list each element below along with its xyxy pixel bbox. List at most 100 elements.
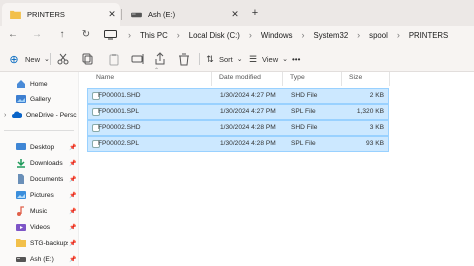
breadcrumb-spool[interactable]: spool (367, 31, 390, 40)
drive-icon (131, 12, 142, 18)
column-divider[interactable] (389, 72, 390, 86)
table-row[interactable]: FP00001.SPL 1/30/2024 4:27 PM SPL File 1… (87, 104, 389, 120)
back-icon[interactable]: ← (6, 28, 20, 42)
breadcrumb-system32[interactable]: System32 (312, 31, 351, 40)
sidebar-item-documents[interactable]: Documents 📌 (0, 172, 78, 186)
file-name: FP00002.SPL (98, 140, 140, 147)
toolbar-divider (50, 53, 51, 65)
share-icon (155, 52, 165, 65)
tab-printers[interactable]: PRINTERS ✕ (2, 3, 120, 26)
file-name: FP00001.SHD (98, 92, 141, 99)
chevron-down-icon: ⌄ (44, 56, 50, 63)
address-bar: ← → ↑ ↻ › This PC › Local Disk (C:) › Wi… (0, 26, 474, 46)
pane-divider[interactable] (78, 72, 79, 266)
sidebar-item-gallery[interactable]: Gallery (0, 92, 78, 106)
file-size: 3 KB (369, 124, 384, 131)
copy-button[interactable] (80, 51, 96, 67)
paste-button[interactable] (106, 51, 122, 67)
sidebar-item-pictures[interactable]: Pictures 📌 (0, 188, 78, 202)
sort-label: Sort (219, 54, 233, 64)
breadcrumb-chevron-icon: › (301, 30, 305, 40)
onedrive-cloud-icon (12, 111, 22, 118)
column-divider[interactable] (341, 72, 342, 86)
folder-icon (16, 239, 26, 247)
tab-label: Ash (E:) (148, 10, 176, 19)
command-bar: ⊕ New ⌄ ⇅ Sort ⌄ ☰ View ⌄ ••• (0, 46, 474, 72)
breadcrumb-chevron-icon: › (396, 30, 400, 40)
sort-caret-icon: ⌃ (154, 68, 160, 74)
breadcrumb-printers[interactable]: PRINTERS (407, 31, 450, 40)
forward-icon[interactable]: → (30, 28, 44, 42)
sidebar-item-ash-drive[interactable]: Ash (E:) 📌 (0, 252, 78, 266)
more-options-button[interactable]: ••• (292, 51, 300, 67)
rename-button[interactable] (130, 51, 146, 67)
videos-icon (16, 224, 26, 231)
sidebar-item-label: Gallery (30, 95, 51, 103)
new-button[interactable]: ⊕ New ⌄ (6, 51, 50, 67)
trash-icon (179, 53, 189, 66)
column-divider[interactable] (211, 72, 212, 86)
table-row[interactable]: FP00001.SHD 1/30/2024 4:27 PM SHD File 2… (87, 88, 389, 104)
paste-icon (109, 54, 119, 66)
sidebar-item-home[interactable]: Home (0, 77, 78, 91)
sidebar-item-videos[interactable]: Videos 📌 (0, 220, 78, 234)
pin-icon[interactable]: 📌 (68, 176, 78, 183)
chevron-down-icon: ⌄ (236, 56, 243, 63)
delete-button[interactable] (176, 51, 192, 67)
pin-icon[interactable]: 📌 (68, 224, 78, 231)
table-row[interactable]: FP00002.SHD 1/30/2024 4:28 PM SHD File 3… (87, 120, 389, 136)
pin-icon[interactable]: 📌 (68, 160, 78, 167)
breadcrumb: › This PC › Local Disk (C:) › Windows › … (104, 28, 450, 42)
column-header-name[interactable]: Name (96, 74, 114, 81)
up-icon[interactable]: ↑ (55, 28, 69, 42)
close-icon[interactable]: ✕ (227, 9, 243, 20)
home-icon (17, 80, 25, 88)
sidebar-item-label: Downloads (30, 159, 63, 167)
breadcrumb-local-disk[interactable]: Local Disk (C:) (187, 31, 242, 40)
file-type: SPL File (291, 108, 316, 115)
sidebar-item-downloads[interactable]: Downloads 📌 (0, 156, 78, 170)
close-icon[interactable]: ✕ (104, 9, 120, 20)
pin-icon[interactable]: 📌 (68, 240, 78, 247)
documents-icon (18, 174, 24, 184)
pin-icon[interactable]: 📌 (68, 144, 78, 151)
pin-icon[interactable]: 📌 (68, 208, 78, 215)
pin-icon[interactable]: 📌 (68, 256, 78, 263)
sidebar-item-onedrive[interactable]: › OneDrive - Persc (0, 108, 78, 122)
tab-divider (121, 9, 122, 20)
share-button[interactable] (152, 51, 168, 67)
pictures-icon (16, 191, 26, 199)
table-row[interactable]: FP00002.SPL 1/30/2024 4:28 PM SPL File 9… (87, 136, 389, 152)
breadcrumb-this-pc[interactable]: This PC (138, 31, 170, 40)
sort-button[interactable]: ⇅ Sort ⌄ (202, 51, 243, 67)
column-header-date[interactable]: Date modified (219, 74, 261, 81)
file-name: FP00001.SPL (98, 108, 140, 115)
sidebar-item-label: Music (30, 207, 48, 215)
view-button[interactable]: ☰ View ⌄ (245, 51, 288, 67)
file-type: SPL File (291, 140, 316, 147)
refresh-icon[interactable]: ↻ (79, 28, 93, 42)
plus-icon: ⊕ (9, 53, 19, 66)
pin-icon[interactable]: 📌 (68, 192, 78, 199)
breadcrumb-chevron-icon: › (176, 30, 180, 40)
cut-button[interactable] (55, 51, 71, 67)
new-tab-button[interactable]: + (248, 5, 262, 21)
file-size: 1,320 KB (356, 108, 384, 115)
breadcrumb-chevron-icon: › (248, 30, 252, 40)
file-type: SHD File (291, 124, 318, 131)
column-header-size[interactable]: Size (349, 74, 362, 81)
breadcrumb-windows[interactable]: Windows (259, 31, 295, 40)
sidebar-item-music[interactable]: Music 📌 (0, 204, 78, 218)
file-date: 1/30/2024 4:28 PM (220, 140, 276, 147)
sidebar-item-stg-backups[interactable]: STG-backups 📌 (0, 236, 78, 250)
tab-ash-drive[interactable]: Ash (E:) ✕ (123, 3, 243, 26)
toolbar-divider (199, 53, 200, 65)
desktop-icon (16, 143, 26, 150)
rename-icon (131, 54, 144, 64)
sidebar-item-label: STG-backups (30, 239, 68, 247)
sidebar-item-label: Pictures (30, 191, 54, 199)
column-header-type[interactable]: Type (290, 74, 305, 81)
file-type: SHD File (291, 92, 318, 99)
column-divider[interactable] (282, 72, 283, 86)
sidebar-item-desktop[interactable]: Desktop 📌 (0, 140, 78, 154)
